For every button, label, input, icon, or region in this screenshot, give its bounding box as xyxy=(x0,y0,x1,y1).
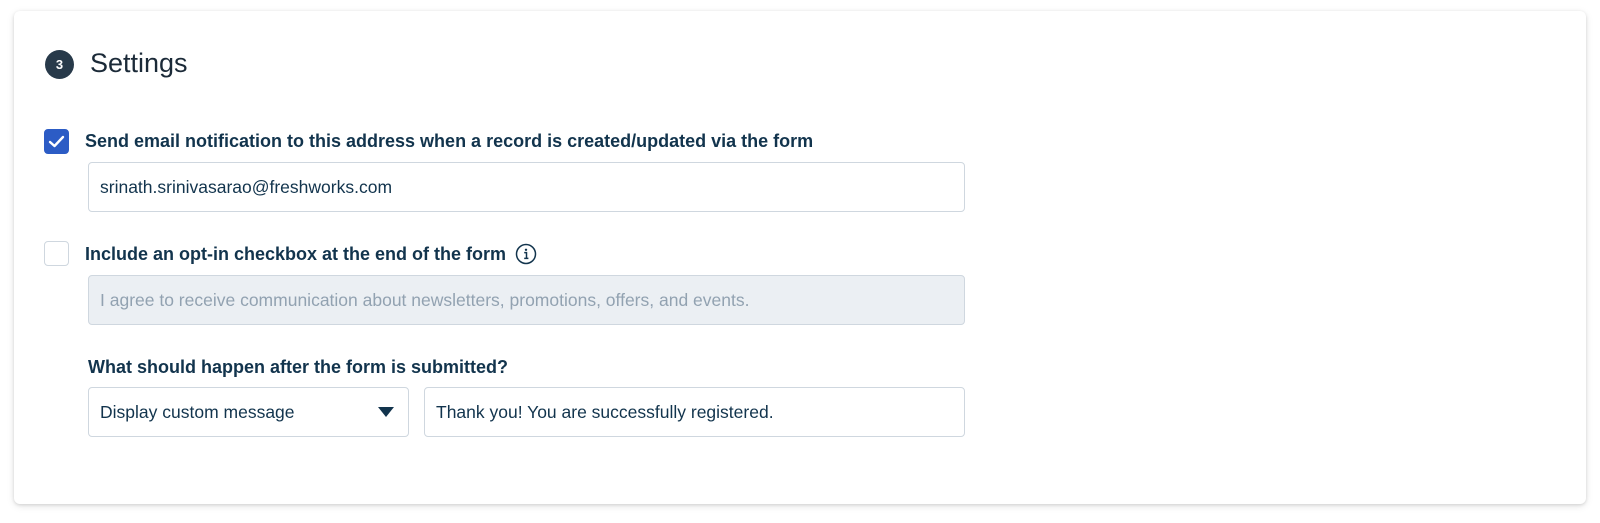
caret-down-icon xyxy=(378,407,394,417)
opt-in-label: Include an opt-in checkbox at the end of… xyxy=(85,244,507,264)
checkmark-icon xyxy=(48,135,65,148)
step-number-badge: 3 xyxy=(45,50,74,79)
opt-in-text-input: I agree to receive communication about n… xyxy=(88,275,965,325)
after-submit-action-select[interactable]: Display custom message xyxy=(88,387,409,437)
opt-in-text-value: I agree to receive communication about n… xyxy=(100,289,750,310)
section-title: Settings xyxy=(90,48,188,78)
after-submit-question: What should happen after the form is sub… xyxy=(88,357,509,377)
notification-email-input[interactable]: srinath.srinivasarao@freshworks.com xyxy=(88,162,965,212)
custom-message-input[interactable]: Thank you! You are successfully register… xyxy=(424,387,965,437)
info-icon[interactable] xyxy=(515,243,537,265)
after-submit-selected-action: Display custom message xyxy=(100,401,295,422)
opt-in-checkbox[interactable] xyxy=(44,241,69,266)
email-notification-checkbox[interactable] xyxy=(44,129,69,154)
notification-email-value: srinath.srinivasarao@freshworks.com xyxy=(100,176,393,197)
email-notification-label: Send email notification to this address … xyxy=(85,131,814,151)
custom-message-value: Thank you! You are successfully register… xyxy=(436,401,774,422)
